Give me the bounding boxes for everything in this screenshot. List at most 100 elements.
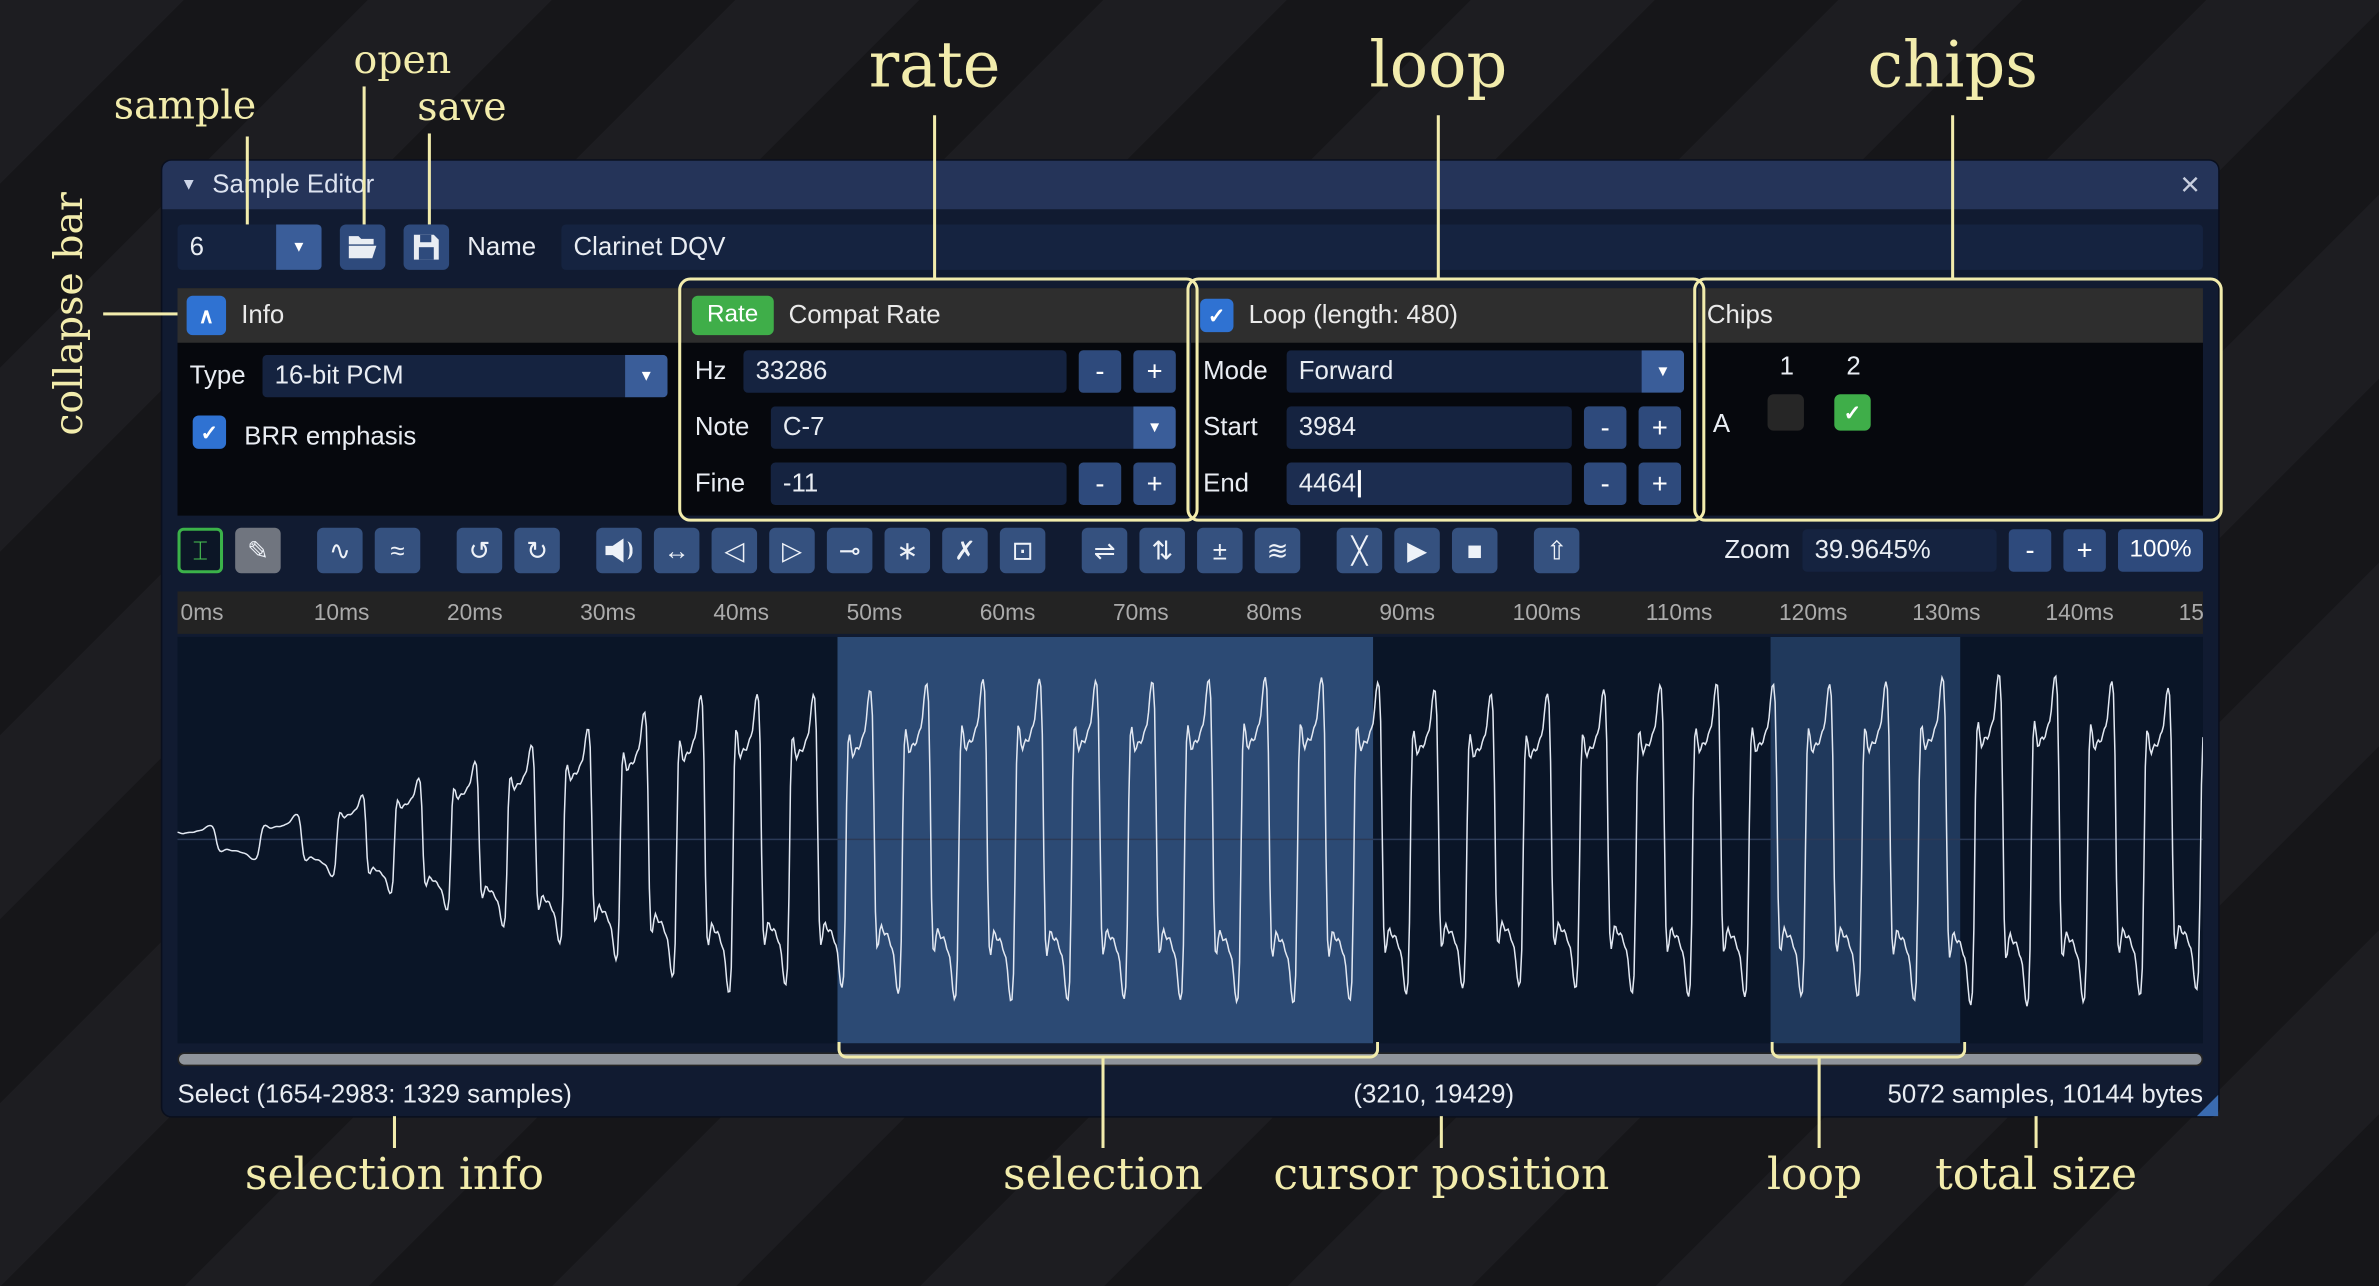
fine-input[interactable]: -11 (771, 463, 1067, 505)
play-icon: ▶ (1407, 538, 1427, 564)
hz-decrement-button[interactable]: - (1079, 350, 1121, 392)
chevron-down-icon[interactable]: ▼ (276, 224, 322, 269)
status-cursor-position: (3210, 19429) (1353, 1080, 1514, 1110)
delete-button[interactable]: ✗ (942, 528, 988, 573)
insert-silence-button[interactable]: ⊸ (827, 528, 873, 573)
loop-checkbox[interactable]: ✓ (1200, 299, 1233, 332)
chips-panel-title: Chips (1707, 300, 1773, 330)
annotation-selection: selection (1003, 1148, 1203, 1200)
annotation-line (1437, 115, 1440, 279)
close-icon[interactable]: × (2180, 168, 2200, 201)
normalize-button[interactable]: ↔ (654, 528, 700, 573)
type-select[interactable]: 16-bit PCM ▼ (262, 355, 667, 397)
timeline-label: 80ms (1243, 591, 1376, 633)
scrollbar-thumb[interactable] (179, 1054, 2201, 1065)
chip-a1-checkbox[interactable] (1768, 394, 1804, 430)
loop-start-input[interactable]: 3984 (1287, 406, 1572, 448)
annotation-line (103, 312, 177, 315)
loop-start-decrement-button[interactable]: - (1584, 406, 1626, 448)
waveform-area[interactable] (178, 637, 2203, 1043)
hz-increment-button[interactable]: + (1133, 350, 1175, 392)
filter-button[interactable]: ≋ (1255, 528, 1301, 573)
mode-label: Mode (1203, 350, 1268, 392)
status-selection-info: Select (1654-2983: 1329 samples) (178, 1080, 572, 1110)
timeline-label: 30ms (577, 591, 710, 633)
zoom-reset-button[interactable]: 100% (2118, 529, 2203, 571)
reverse-button[interactable]: ⇌ (1082, 528, 1128, 573)
preview-play-button[interactable]: ▶ (1394, 528, 1440, 573)
apply-silence-button[interactable]: ∗ (885, 528, 931, 573)
timeline-label: 140ms (2042, 591, 2175, 633)
edit-mode-draw-button[interactable]: ✎ (235, 528, 281, 573)
loop-panel: ✓ Loop (length: 480) Mode Forward ▼ Star… (1191, 288, 1696, 515)
zoom-decrement-button[interactable]: - (2009, 529, 2051, 571)
zoom-input[interactable]: 39.9645% (1802, 529, 1996, 571)
loop-end-decrement-button[interactable]: - (1584, 463, 1626, 505)
loop-mode-select[interactable]: Forward ▼ (1287, 350, 1685, 392)
invert-button[interactable]: ⇅ (1139, 528, 1185, 573)
hz-input[interactable]: 33286 (743, 350, 1066, 392)
window-resize-grip[interactable] (2197, 1095, 2218, 1116)
redo-button[interactable]: ↻ (514, 528, 560, 573)
crossfade-button[interactable]: ╳ (1337, 528, 1383, 573)
trim-button[interactable]: ⊡ (1000, 528, 1046, 573)
save-button[interactable] (404, 224, 450, 269)
chevron-down-icon[interactable]: ▼ (1133, 406, 1175, 448)
check-icon: ✓ (1208, 303, 1226, 329)
annotation-line (933, 115, 936, 279)
pencil-icon: ✎ (247, 538, 269, 564)
chevron-down-icon[interactable]: ▼ (1642, 350, 1684, 392)
undo-button[interactable]: ↺ (457, 528, 503, 573)
annotation-chips: chips (1867, 27, 2038, 101)
chip-a2-checkbox[interactable]: ✓ (1834, 394, 1870, 430)
fade-in-button[interactable]: ◁ (712, 528, 758, 573)
title-bar[interactable]: ▼ Sample Editor × (162, 161, 2218, 210)
preview-stop-button[interactable]: ■ (1452, 528, 1498, 573)
sign-icon: ± (1213, 538, 1227, 564)
rate-button[interactable]: Rate (692, 296, 774, 335)
timeline-label: 130ms (1909, 591, 2042, 633)
loop-end-value: 4464 (1299, 469, 1356, 499)
timeline-label: 70ms (1110, 591, 1243, 633)
stop-icon: ■ (1467, 538, 1483, 564)
zoom-increment-button[interactable]: + (2063, 529, 2105, 571)
info-collapse-button[interactable]: ∧ (187, 296, 226, 335)
folder-open-icon (347, 234, 377, 261)
resize-button[interactable]: ∿ (317, 528, 363, 573)
note-select[interactable]: C-7 ▼ (771, 406, 1176, 448)
info-panel-title: Info (241, 300, 284, 330)
amplify-button[interactable] (596, 528, 642, 573)
fine-increment-button[interactable]: + (1133, 463, 1175, 505)
edit-mode-select-button[interactable]: ⌶ (178, 528, 224, 573)
sample-number-select[interactable]: 6 ▼ (178, 224, 322, 269)
brr-emphasis-label: BRR emphasis (244, 416, 416, 458)
annotation-cursor-position: cursor position (1273, 1148, 1609, 1200)
loop-end-increment-button[interactable]: + (1639, 463, 1681, 505)
chevron-down-icon[interactable]: ▼ (625, 355, 667, 397)
rate-panel: Rate Compat Rate Hz 33286 - + Note C-7 ▼… (683, 288, 1190, 515)
waveform-scrollbar[interactable] (178, 1052, 2203, 1066)
annotation-loop: loop (1369, 27, 1507, 101)
fine-decrement-button[interactable]: - (1079, 463, 1121, 505)
text-caret (1358, 470, 1361, 497)
name-input[interactable]: Clarinet DQV (561, 224, 2203, 269)
annotation-line (1440, 1116, 1443, 1148)
resample-button[interactable]: ≈ (375, 528, 421, 573)
signed-unsigned-button[interactable]: ± (1197, 528, 1243, 573)
annotation-rate: rate (869, 27, 1001, 101)
loop-end-input[interactable]: 4464 (1287, 463, 1572, 505)
brr-emphasis-checkbox[interactable]: ✓ (193, 416, 226, 449)
note-label: Note (695, 406, 750, 448)
check-icon: ✓ (200, 419, 218, 445)
annotation-line (1101, 1059, 1104, 1148)
normalize-icon: ↔ (664, 538, 690, 564)
fade-out-button[interactable]: ▷ (769, 528, 815, 573)
zoom-cluster: Zoom 39.9645% - + 100% (1724, 529, 2203, 571)
import-button[interactable]: ⇧ (1534, 528, 1580, 573)
annotation-selection-info: selection info (245, 1148, 544, 1200)
open-button[interactable] (340, 224, 386, 269)
collapse-window-icon[interactable]: ▼ (181, 176, 198, 194)
fine-label: Fine (695, 463, 745, 505)
import-icon: ⇧ (1546, 538, 1568, 564)
loop-start-increment-button[interactable]: + (1639, 406, 1681, 448)
